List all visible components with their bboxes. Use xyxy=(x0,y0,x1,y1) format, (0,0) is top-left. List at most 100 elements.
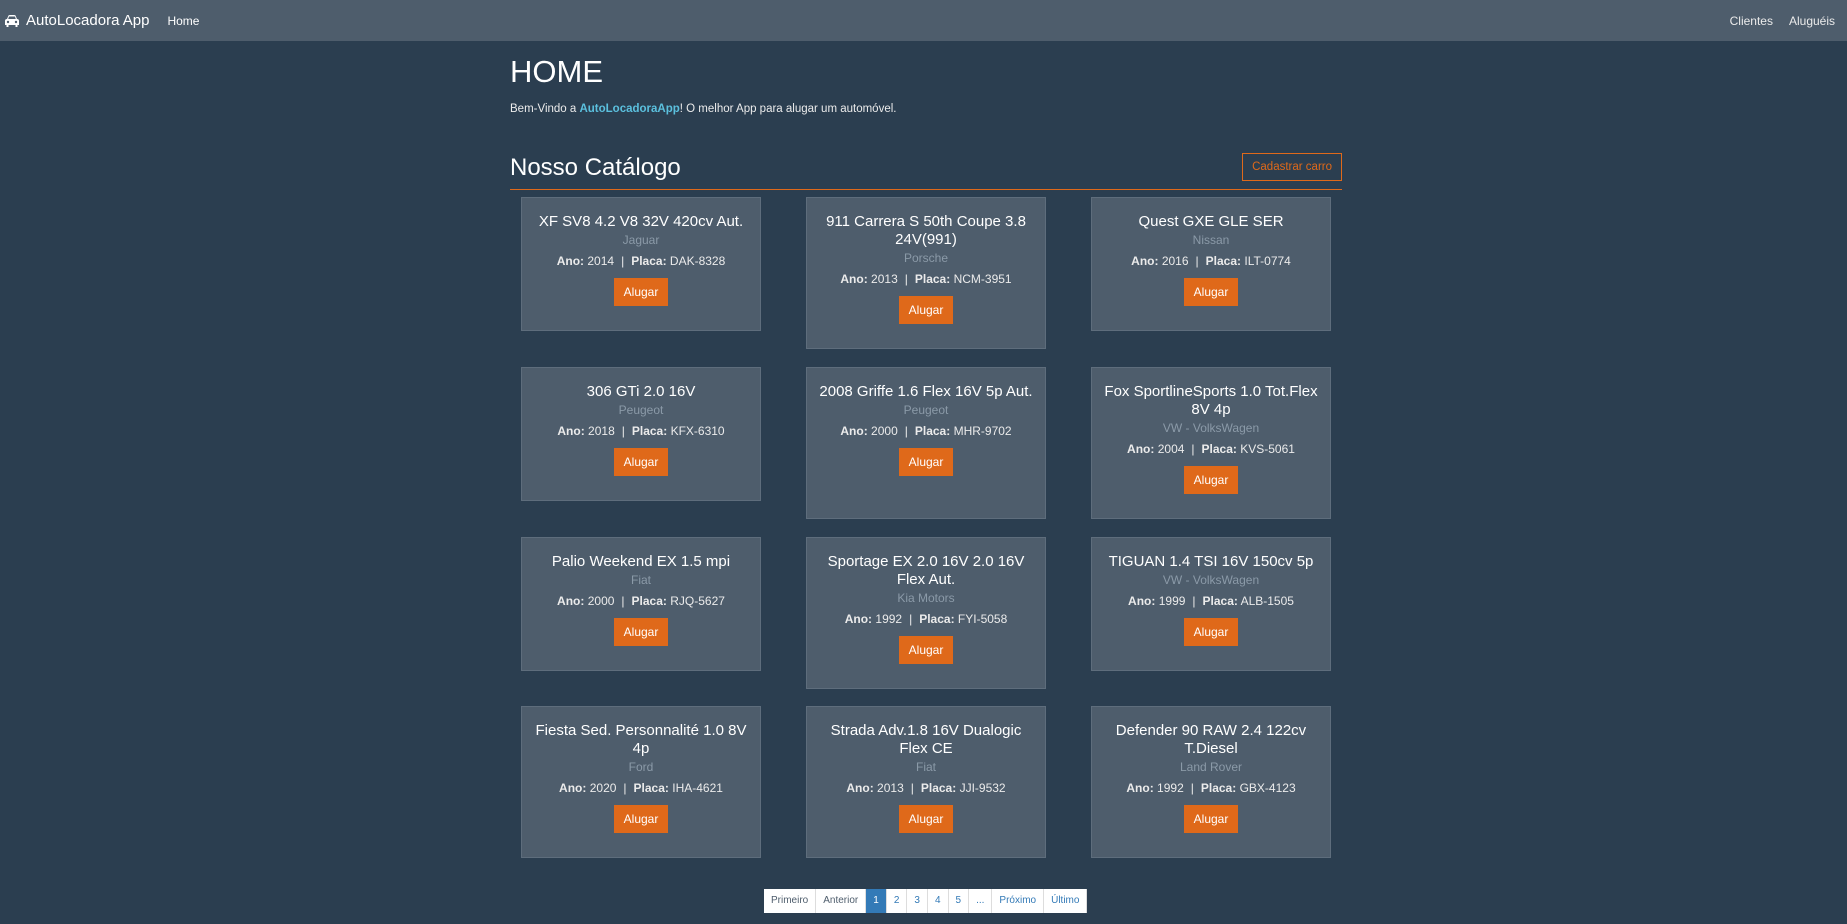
car-model: Fiesta Sed. Personnalité 1.0 8V 4p xyxy=(535,722,747,757)
car-info: Ano: 2013 | Placa: JJI-9532 xyxy=(817,781,1035,795)
page-title: HOME xyxy=(510,54,603,89)
page-link[interactable]: 1 xyxy=(866,889,887,913)
rent-button[interactable]: Alugar xyxy=(898,805,954,833)
catalog-title: Nosso Catálogo xyxy=(510,153,681,181)
car-info: Ano: 2018 | Placa: KFX-6310 xyxy=(532,424,750,438)
rent-button[interactable]: Alugar xyxy=(613,618,669,646)
plate-label: Placa: xyxy=(633,781,669,795)
page-link[interactable]: 5 xyxy=(948,889,970,913)
car-card: Defender 90 RAW 2.4 122cv T.Diesel Land R… xyxy=(1091,706,1331,858)
car-card: Palio Weekend EX 1.5 mpi Fiat Ano: 2000 | Pl… xyxy=(521,537,761,671)
car-model: Quest GXE GLE SER xyxy=(1138,213,1284,230)
rent-button[interactable]: Alugar xyxy=(1183,278,1239,306)
info-separator: | xyxy=(1195,254,1199,268)
rent-button[interactable]: Alugar xyxy=(1183,466,1239,494)
plate-label: Placa: xyxy=(631,424,668,438)
rent-button[interactable]: Alugar xyxy=(613,805,669,833)
plate-label: Placa: xyxy=(631,594,667,608)
car-model: Palio Weekend EX 1.5 mpi xyxy=(551,553,731,570)
car-plate: RJQ-5627 xyxy=(670,594,725,608)
car-brand: Porsche xyxy=(903,251,949,265)
welcome-suffix: ! O melhor App para alugar um automóvel. xyxy=(679,103,897,115)
car-info: Ano: 2000 | Placa: MHR-9702 xyxy=(817,424,1035,438)
info-separator: | xyxy=(621,594,625,608)
car-plate: DAK-8328 xyxy=(669,254,726,268)
add-car-button[interactable]: Cadastrar carro xyxy=(1242,152,1342,181)
page-link[interactable]: 3 xyxy=(907,889,928,913)
car-brand: Peugeot xyxy=(903,403,949,417)
catalog-header: Nosso Catálogo Cadastrar carro xyxy=(510,146,1342,190)
rent-button[interactable]: Alugar xyxy=(613,448,669,476)
rent-button[interactable]: Alugar xyxy=(1183,618,1239,646)
car-info: Ano: 2014 | Placa: DAK-8328 xyxy=(532,254,750,268)
nav-right-links: Clientes Aluguéis xyxy=(1722,14,1843,28)
car-year: 2014 xyxy=(587,254,615,268)
car-card: 306 GTi 2.0 16V Peugeot Ano: 2018 | Placa: K… xyxy=(521,367,761,501)
rent-button[interactable]: Alugar xyxy=(898,448,954,476)
car-brand: Ford xyxy=(628,760,654,774)
car-plate: NCM-3951 xyxy=(953,272,1012,286)
page-link[interactable]: 2 xyxy=(886,889,908,913)
car-model: Defender 90 RAW 2.4 122cv T.Diesel xyxy=(1115,722,1307,757)
car-model: XF SV8 4.2 V8 32V 420cv Aut. xyxy=(538,213,744,230)
brand-name: AutoLocadora App xyxy=(26,12,150,29)
car-year: 2013 xyxy=(877,781,904,795)
navbar: AutoLocadora App Home Clientes Aluguéis xyxy=(0,0,1847,41)
car-card: Strada Adv.1.8 16V Dualogic Flex CE Fiat A… xyxy=(806,706,1046,858)
nav-clientes[interactable]: Clientes xyxy=(1722,14,1781,28)
car-plate: JJI-9532 xyxy=(959,781,1006,795)
page-link[interactable]: Último xyxy=(1044,889,1088,913)
year-label: Ano: xyxy=(1131,254,1159,268)
plate-label: Placa: xyxy=(914,424,951,438)
year-label: Ano: xyxy=(556,254,585,268)
year-label: Ano: xyxy=(557,424,585,438)
page-link[interactable]: Anterior xyxy=(816,889,867,913)
nav-alugueis[interactable]: Aluguéis xyxy=(1781,14,1843,28)
info-separator: | xyxy=(621,254,625,268)
car-card: 911 Carrera S 50th Coupe 3.8 24V(991) Por… xyxy=(806,197,1046,349)
car-brand: Nissan xyxy=(1192,233,1230,247)
info-separator: | xyxy=(904,272,908,286)
car-info: Ano: 2004 | Placa: KVS-5061 xyxy=(1102,442,1320,456)
car-card: Fox SportlineSports 1.0 Tot.Flex 8V 4p VW… xyxy=(1091,367,1331,519)
car-year: 2000 xyxy=(871,424,898,438)
car-year: 2004 xyxy=(1157,442,1185,456)
info-separator: | xyxy=(904,424,908,438)
page-link[interactable]: 4 xyxy=(927,889,949,913)
car-model: TIGUAN 1.4 TSI 16V 150cv 5p xyxy=(1108,553,1314,570)
car-info: Ano: 1992 | Placa: FYI-5058 xyxy=(817,612,1035,626)
car-year: 2013 xyxy=(871,272,898,286)
page-link[interactable]: Primeiro xyxy=(764,889,817,913)
car-card: TIGUAN 1.4 TSI 16V 150cv 5p VW - VolksWag… xyxy=(1091,537,1331,671)
page-link[interactable]: ... xyxy=(969,889,993,913)
welcome-app-name: AutoLocadoraApp xyxy=(579,103,680,115)
brand-link[interactable]: AutoLocadora App xyxy=(4,0,149,41)
rent-button[interactable]: Alugar xyxy=(1183,805,1239,833)
info-separator: | xyxy=(1192,594,1196,608)
car-brand: Fiat xyxy=(630,573,651,587)
welcome-text: Bem-Vindo a AutoLocadoraApp! O melhor Ap… xyxy=(510,103,1342,117)
main-container: HOME Bem-Vindo a AutoLocadoraApp! O melh… xyxy=(510,41,1342,858)
car-info: Ano: 2016 | Placa: ILT-0774 xyxy=(1102,254,1320,268)
car-plate: FYI-5058 xyxy=(957,612,1008,626)
car-icon xyxy=(5,14,19,27)
car-brand: Kia Motors xyxy=(897,591,955,605)
info-separator: | xyxy=(623,781,627,795)
plate-label: Placa: xyxy=(1201,442,1237,456)
car-card: Sportage EX 2.0 16V 2.0 16V Flex Aut. Kia… xyxy=(806,537,1046,689)
rent-button[interactable]: Alugar xyxy=(898,296,954,324)
rent-button[interactable]: Alugar xyxy=(613,278,669,306)
plate-label: Placa: xyxy=(920,781,957,795)
car-brand: VW - VolksWagen xyxy=(1162,421,1260,435)
nav-home[interactable]: Home xyxy=(167,14,199,28)
car-year: 2020 xyxy=(589,781,617,795)
car-model: 306 GTi 2.0 16V xyxy=(586,383,696,400)
car-model: Sportage EX 2.0 16V 2.0 16V Flex Aut. xyxy=(827,553,1025,588)
rent-button[interactable]: Alugar xyxy=(898,636,954,664)
car-year: 1992 xyxy=(875,612,903,626)
plate-label: Placa: xyxy=(631,254,667,268)
page-link[interactable]: Próximo xyxy=(992,889,1045,913)
car-brand: VW - VolksWagen xyxy=(1162,573,1260,587)
car-model: 911 Carrera S 50th Coupe 3.8 24V(991) xyxy=(826,213,1026,248)
car-info: Ano: 2013 | Placa: NCM-3951 xyxy=(817,272,1035,286)
